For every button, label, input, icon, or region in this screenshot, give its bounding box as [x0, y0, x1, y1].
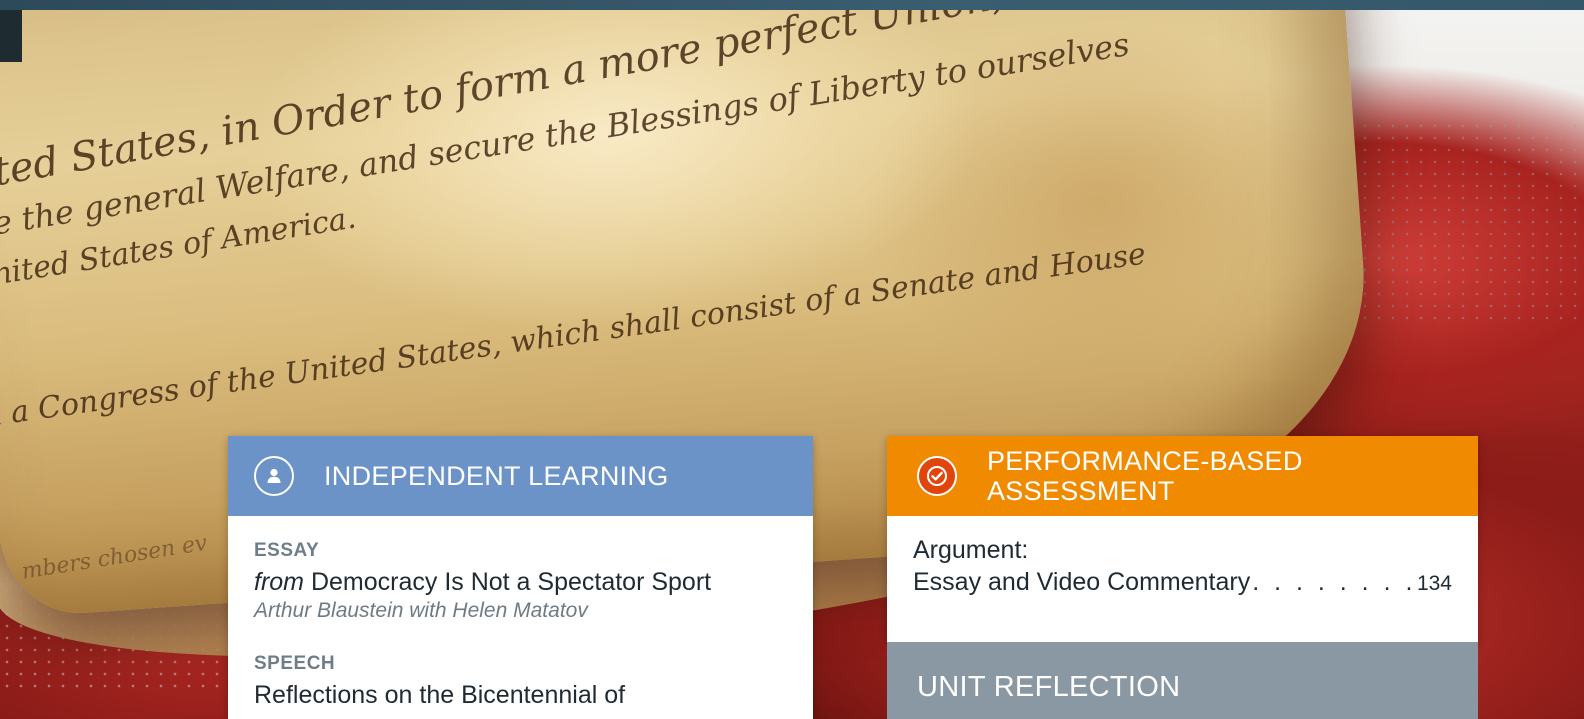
selection-title[interactable]: from Democracy Is Not a Spectator Sport: [254, 568, 787, 597]
toc-entry[interactable]: Argument: Essay and Video Commentary . .…: [887, 516, 1478, 600]
person-icon: [254, 456, 294, 496]
independent-learning-title: INDEPENDENT LEARNING: [324, 461, 669, 491]
selection-type-label: SPEECH: [254, 653, 336, 674]
title-text: Democracy Is Not a Spectator Sport: [310, 568, 712, 596]
title-prefix: from: [254, 568, 304, 596]
selection-author: Arthur Blaustein with Helen Matatov: [254, 599, 588, 622]
selection-title[interactable]: Reflections on the Bicentennial of: [254, 681, 787, 710]
checkmark-icon: [917, 456, 957, 496]
toc-entry-line2: Essay and Video Commentary: [913, 568, 1251, 596]
page-number: 134: [1416, 572, 1452, 595]
top-bar: [0, 0, 1584, 10]
performance-assessment-title: PERFORMANCE-BASED ASSESSMENT: [987, 446, 1303, 506]
selection-type-label: ESSAY: [254, 540, 320, 561]
dot-leader: . . . . . . . .: [1252, 568, 1415, 596]
heading-line: PERFORMANCE-BASED: [987, 446, 1303, 476]
left-edge-tab: [0, 10, 22, 62]
performance-assessment-card: PERFORMANCE-BASED ASSESSMENT Argument: E…: [887, 436, 1478, 642]
unit-reflection-card[interactable]: UNIT REFLECTION: [887, 642, 1478, 719]
heading-line: ASSESSMENT: [987, 476, 1175, 506]
unit-reflection-title: UNIT REFLECTION: [917, 670, 1181, 703]
independent-learning-card: INDEPENDENT LEARNING ESSAY from Democrac…: [228, 436, 813, 719]
performance-assessment-header[interactable]: PERFORMANCE-BASED ASSESSMENT: [887, 436, 1478, 516]
independent-learning-header[interactable]: INDEPENDENT LEARNING: [228, 436, 813, 516]
toc-entry-line1: Argument:: [913, 536, 1029, 564]
